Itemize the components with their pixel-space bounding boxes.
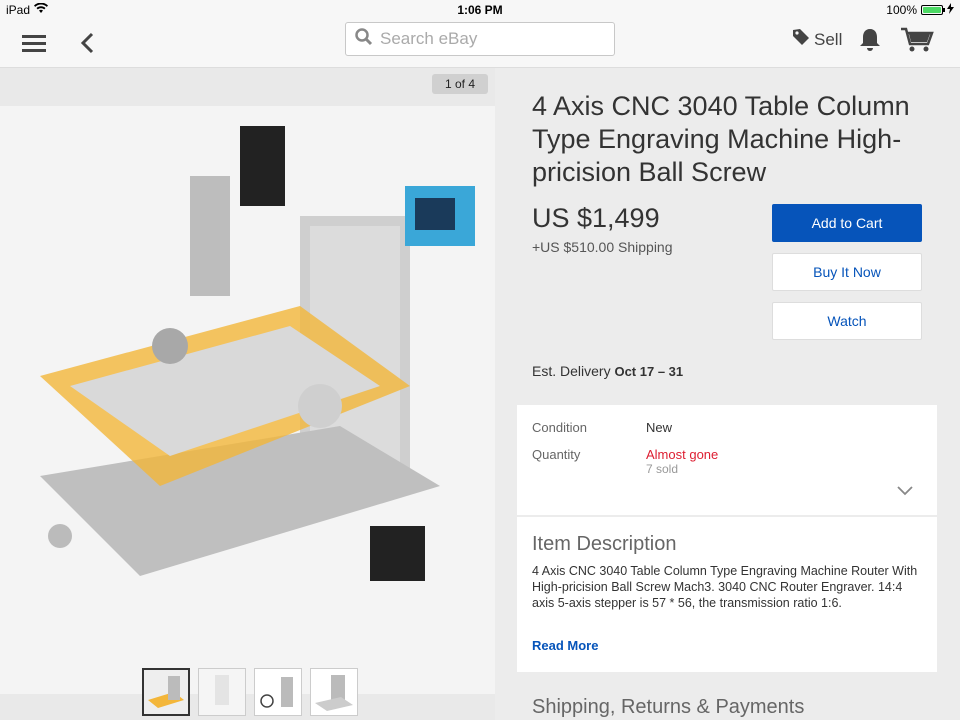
thumbnail-4[interactable] xyxy=(310,668,358,716)
item-title: 4 Axis CNC 3040 Table Column Type Engrav… xyxy=(532,91,910,187)
nav-bar: Sell xyxy=(0,20,960,68)
battery-percent: 100% xyxy=(886,3,917,17)
item-shipping: +US $510.00 Shipping xyxy=(532,239,673,255)
condition-value: New xyxy=(646,420,673,435)
shipping-returns-heading[interactable]: Shipping, Returns & Payments xyxy=(532,696,804,719)
cart-icon[interactable] xyxy=(900,26,934,54)
quantity-label: Quantity xyxy=(532,447,581,462)
item-price: US $1,499 xyxy=(532,203,660,233)
estimated-delivery: Est. Delivery Oct 17 – 31 xyxy=(532,363,683,379)
product-photo[interactable] xyxy=(0,106,495,694)
status-bar: iPad 1:06 PM 100% xyxy=(0,0,960,20)
thumbnail-3[interactable] xyxy=(254,668,302,716)
thumbnail-1[interactable] xyxy=(142,668,190,716)
battery-icon xyxy=(921,5,945,15)
search-box[interactable] xyxy=(345,22,615,56)
menu-icon[interactable] xyxy=(22,32,48,54)
sell-label: Sell xyxy=(814,29,843,49)
details-panel: 4 Axis CNC 3040 Table Column Type Engrav… xyxy=(495,68,960,720)
specs-card: Condition New Quantity Almost gone 7 sol… xyxy=(517,405,937,515)
photo-counter: 1 of 4 xyxy=(432,74,488,94)
status-time: 1:06 PM xyxy=(457,3,503,17)
watch-button[interactable]: Watch xyxy=(772,302,922,340)
description-card: Item Description 4 Axis CNC 3040 Table C… xyxy=(517,517,937,672)
sell-button[interactable]: Sell xyxy=(792,28,842,51)
tag-icon xyxy=(792,28,810,51)
delivery-label: Est. Delivery xyxy=(532,363,611,379)
battery-fill xyxy=(923,7,941,13)
add-to-cart-button[interactable]: Add to Cart xyxy=(772,204,922,242)
read-more-link[interactable]: Read More xyxy=(532,638,598,653)
description-heading: Item Description xyxy=(532,533,677,555)
bell-icon[interactable] xyxy=(858,27,882,53)
quantity-status: Almost gone xyxy=(646,447,719,462)
search-input[interactable] xyxy=(380,29,600,49)
description-body: 4 Axis CNC 3040 Table Column Type Engrav… xyxy=(532,564,918,610)
thumbnail-strip xyxy=(142,668,358,716)
charging-icon xyxy=(947,3,954,17)
thumbnail-2[interactable] xyxy=(198,668,246,716)
search-icon xyxy=(354,27,374,52)
status-right: 100% xyxy=(886,3,954,17)
media-panel: 1 of 4 xyxy=(0,68,495,720)
buy-it-now-button[interactable]: Buy It Now xyxy=(772,253,922,291)
back-icon[interactable] xyxy=(76,28,100,58)
condition-label: Condition xyxy=(532,420,587,435)
quantity-sold: 7 sold xyxy=(646,462,679,476)
chevron-down-icon[interactable] xyxy=(897,483,913,496)
delivery-dates: Oct 17 – 31 xyxy=(614,364,684,379)
